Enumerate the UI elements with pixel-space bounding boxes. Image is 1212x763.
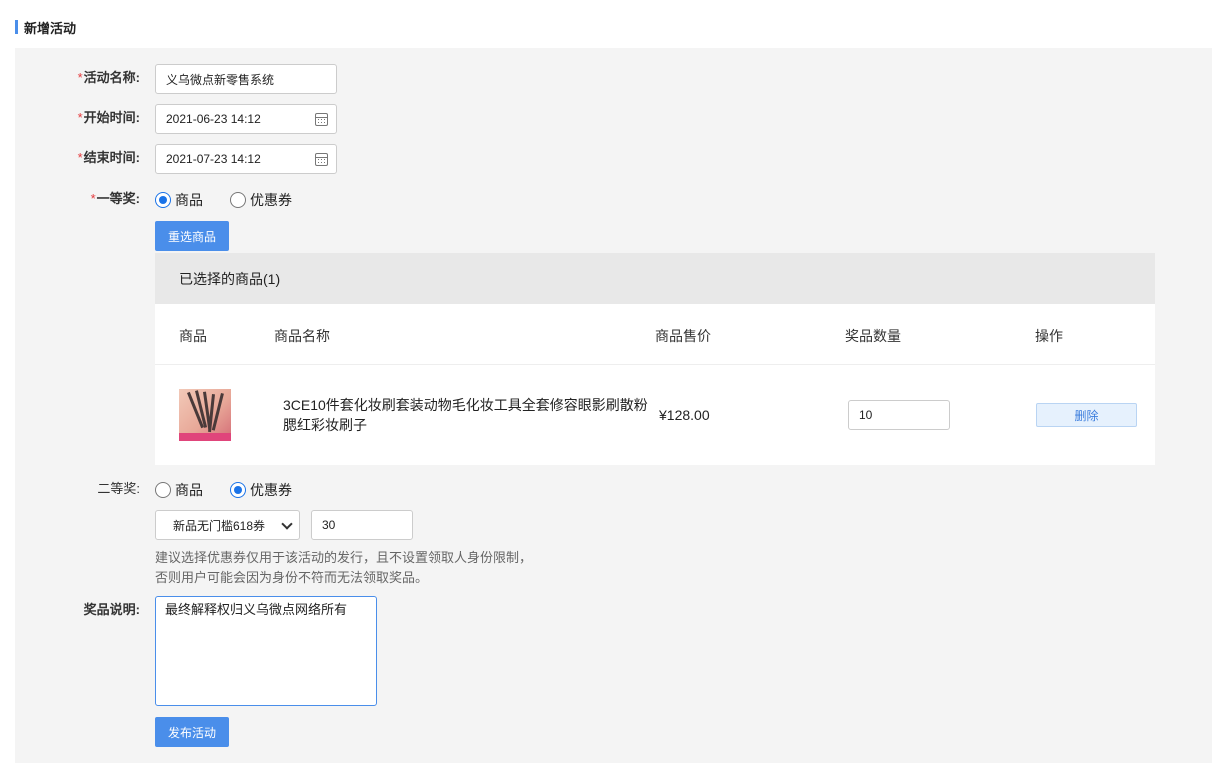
end-time-label: *结束时间: — [15, 149, 140, 167]
column-header-price: 商品售价 — [655, 328, 711, 344]
coupon-hint-line: 否则用户可能会因为身份不符而无法领取奖品。 — [155, 570, 429, 585]
activity-name-label: *活动名称: — [15, 69, 140, 87]
required-mark: * — [77, 70, 83, 85]
column-header-name: 商品名称 — [274, 328, 330, 344]
radio-selected-icon[interactable] — [155, 192, 171, 208]
table-row: 3CE10件套化妆刷套装动物毛化妆工具全套修容眼影刷散粉腮红彩妆刷子 ¥128.… — [155, 365, 1155, 465]
required-mark: * — [77, 110, 83, 125]
first-prize-radio-goods[interactable]: 商品 — [155, 190, 203, 210]
selected-goods-table: 已选择的商品(1) 商品 商品名称 商品售价 奖品数量 操作 3CE10件套化妆… — [155, 253, 1155, 465]
start-time-input[interactable]: 2021-06-23 14:12 — [155, 104, 337, 134]
activity-form: *活动名称: 义乌微点新零售系统 *开始时间: 2021-06-23 14:12… — [15, 48, 1212, 763]
radio-label: 优惠券 — [250, 192, 292, 208]
prize-quantity-value: 10 — [859, 408, 873, 422]
coupon-hint-line: 建议选择优惠券仅用于该活动的发行，且不设置领取人身份限制， — [155, 550, 533, 565]
second-prize-type-radios: 商品 优惠券 — [155, 480, 319, 500]
required-mark: * — [90, 191, 96, 206]
delete-button[interactable]: 删除 — [1036, 403, 1137, 427]
first-prize-type-radios: 商品 优惠券 — [155, 190, 319, 210]
reselect-goods-button[interactable]: 重选商品 — [155, 221, 229, 251]
activity-name-value: 义乌微点新零售系统 — [166, 72, 275, 87]
product-thumbnail — [179, 389, 231, 441]
product-price: ¥128.00 — [659, 407, 710, 423]
required-mark: * — [77, 150, 83, 165]
page-header: 新增活动 — [15, 18, 76, 36]
coupon-select[interactable]: 新品无门槛618券 — [155, 510, 300, 540]
column-header-quantity: 奖品数量 — [845, 328, 901, 344]
table-caption: 已选择的商品(1) — [155, 253, 1155, 304]
chevron-down-icon — [281, 518, 293, 530]
first-prize-radio-coupon[interactable]: 优惠券 — [230, 190, 292, 210]
start-time-value: 2021-06-23 14:12 — [166, 112, 261, 126]
second-prize-label: 二等奖: — [97, 481, 140, 496]
page-title: 新增活动 — [24, 20, 77, 36]
end-time-input[interactable]: 2021-07-23 14:12 — [155, 144, 337, 174]
start-time-label-text: 开始时间: — [83, 110, 140, 125]
radio-label: 优惠券 — [250, 482, 292, 498]
start-time-label: *开始时间: — [15, 109, 140, 127]
activity-name-label-text: 活动名称: — [83, 70, 140, 85]
prize-description-label: 奖品说明: — [83, 602, 140, 617]
prize-quantity-input[interactable]: 10 — [848, 400, 950, 430]
radio-unselected-icon[interactable] — [230, 192, 246, 208]
second-prize-radio-goods[interactable]: 商品 — [155, 480, 203, 500]
table-header: 商品 商品名称 商品售价 奖品数量 操作 — [155, 304, 1155, 365]
radio-unselected-icon[interactable] — [155, 482, 171, 498]
calendar-icon[interactable] — [315, 113, 328, 126]
prize-description-textarea[interactable]: 最终解释权归义乌微点网络所有 — [155, 596, 377, 706]
coupon-count-input[interactable]: 30 — [311, 510, 413, 540]
coupon-count-value: 30 — [322, 518, 336, 532]
coupon-hint: 建议选择优惠券仅用于该活动的发行，且不设置领取人身份限制， 否则用户可能会因为身… — [155, 548, 532, 588]
column-header-action: 操作 — [1035, 328, 1063, 344]
first-prize-label: *一等奖: — [15, 190, 140, 208]
second-prize-radio-coupon[interactable]: 优惠券 — [230, 480, 292, 500]
radio-selected-icon[interactable] — [230, 482, 246, 498]
publish-activity-button[interactable]: 发布活动 — [155, 717, 229, 747]
calendar-icon[interactable] — [315, 153, 328, 166]
radio-label: 商品 — [175, 482, 203, 498]
end-time-value: 2021-07-23 14:12 — [166, 152, 261, 166]
activity-name-input[interactable]: 义乌微点新零售系统 — [155, 64, 337, 94]
column-header-goods: 商品 — [179, 328, 207, 344]
radio-label: 商品 — [175, 192, 203, 208]
coupon-select-value: 新品无门槛618券 — [173, 518, 266, 533]
product-name: 3CE10件套化妆刷套装动物毛化妆工具全套修容眼影刷散粉腮红彩妆刷子 — [283, 397, 648, 433]
end-time-label-text: 结束时间: — [83, 150, 140, 165]
first-prize-label-text: 一等奖: — [96, 191, 140, 206]
header-accent-bar — [15, 20, 18, 34]
